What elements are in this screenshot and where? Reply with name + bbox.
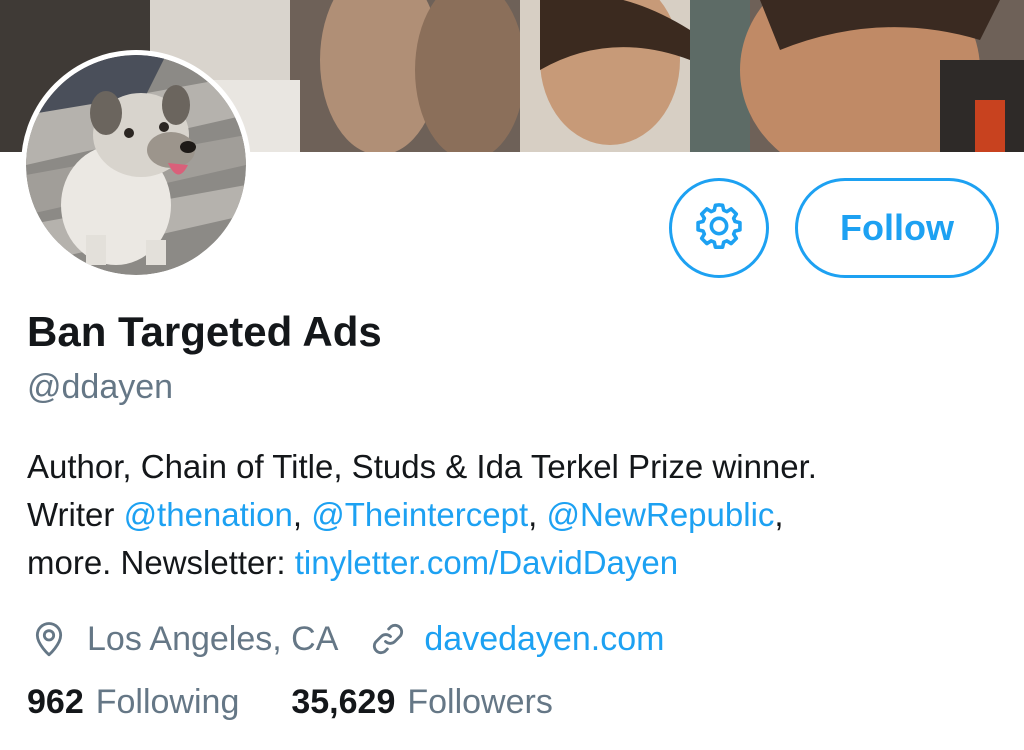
bio-line-1: Author, Chain of Title, Studs & Ida Terk… <box>27 448 817 485</box>
mention-link-newrepublic[interactable]: @NewRepublic <box>546 496 774 533</box>
bio-text: more. Newsletter: <box>27 544 295 581</box>
bio-line-3: more. Newsletter: tinyletter.com/DavidDa… <box>27 539 1002 587</box>
follow-button-label: Follow <box>840 207 954 248</box>
display-name: Ban Targeted Ads <box>27 308 382 355</box>
profile-location: Los Angeles, CA <box>87 619 339 658</box>
profile-handle: @ddayen <box>27 368 174 406</box>
newsletter-link[interactable]: tinyletter.com/DavidDayen <box>295 544 678 581</box>
profile-bio: Author, Chain of Title, Studs & Ida Terk… <box>27 443 1002 587</box>
bio-separator: , <box>774 496 784 533</box>
location-pin-icon <box>27 617 71 661</box>
followers-count: 35,629 <box>291 683 396 721</box>
following-label: Following <box>95 683 240 721</box>
bio-separator: , <box>292 496 312 533</box>
settings-button[interactable] <box>669 178 769 278</box>
profile-stats: 962 Following 35,629 Followers <box>27 683 553 722</box>
follow-button[interactable]: Follow <box>795 178 999 278</box>
followers-stat[interactable]: 35,629 Followers <box>291 683 552 722</box>
link-icon <box>366 617 410 661</box>
avatar[interactable] <box>21 50 251 280</box>
mention-link-thenation[interactable]: @thenation <box>124 496 293 533</box>
following-stat[interactable]: 962 Following <box>27 683 239 722</box>
following-count: 962 <box>27 683 84 721</box>
bio-line-2: Writer @thenation, @Theintercept, @NewRe… <box>27 491 1002 539</box>
mention-link-theintercept[interactable]: @Theintercept <box>311 496 528 533</box>
gear-icon <box>692 199 746 258</box>
profile-meta: Los Angeles, CA davedayen.com <box>27 615 664 663</box>
website-link[interactable]: davedayen.com <box>424 620 664 659</box>
followers-label: Followers <box>407 683 553 721</box>
bio-text: Writer <box>27 496 124 533</box>
bio-separator: , <box>528 496 547 533</box>
